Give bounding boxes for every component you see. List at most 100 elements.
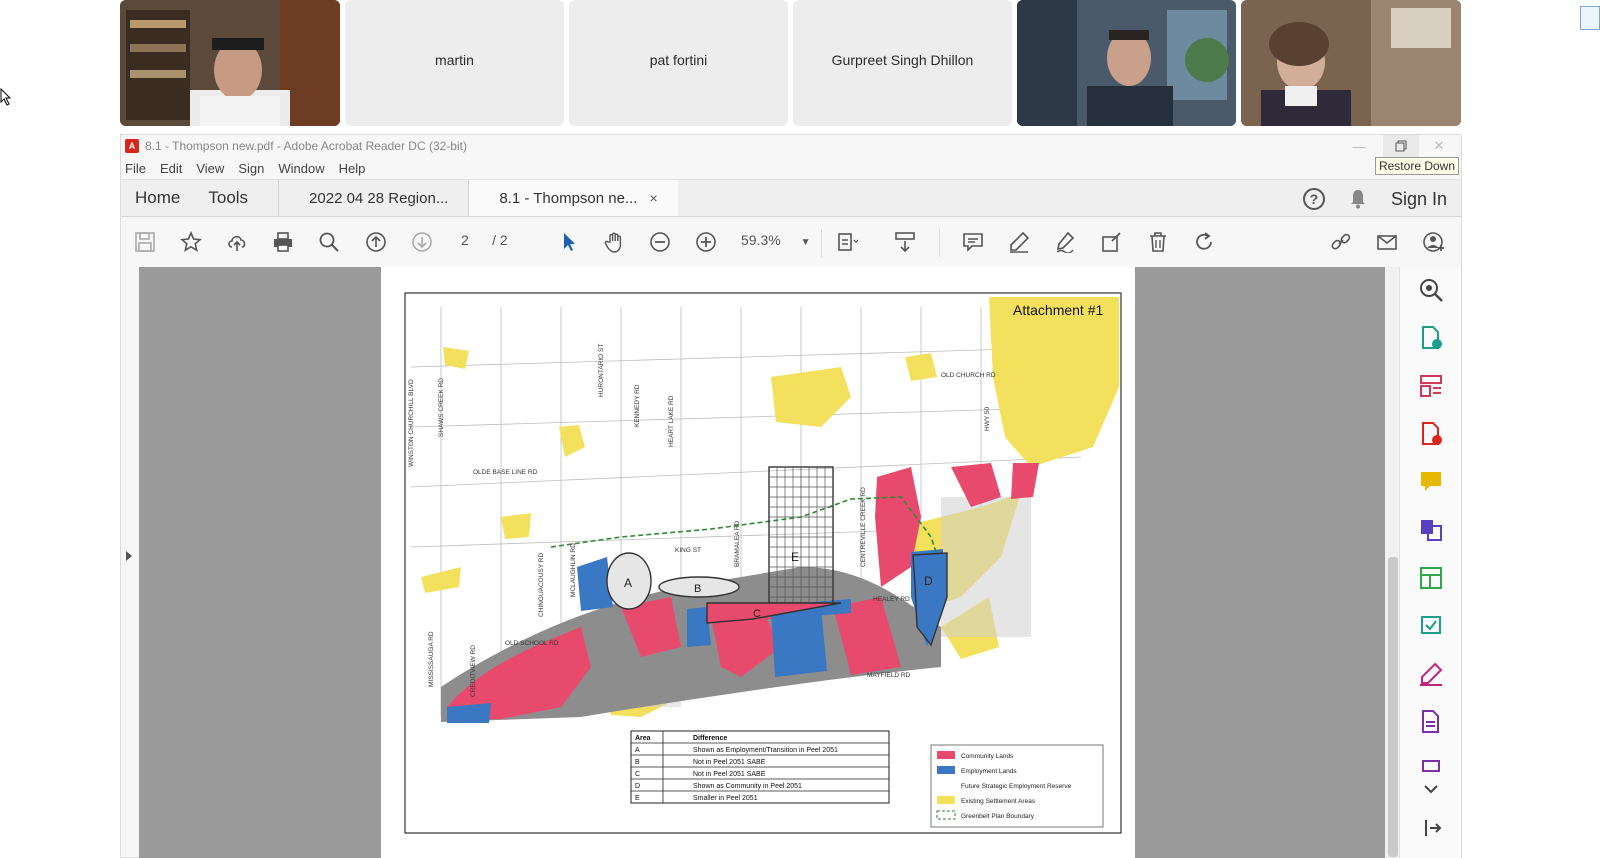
legend-label: Employment Lands: [961, 768, 1017, 775]
hand-icon: [604, 232, 622, 253]
tab-label: 2022 04 28 Region...: [309, 189, 449, 207]
email-button[interactable]: [1375, 230, 1399, 254]
chevron-down-icon[interactable]: [1418, 777, 1444, 803]
more-tools-document-icon[interactable]: [1418, 709, 1444, 735]
fill-sign-button[interactable]: [1099, 230, 1123, 254]
comment-tool-icon[interactable]: [1418, 469, 1444, 495]
find-button[interactable]: [317, 230, 341, 254]
share-user-button[interactable]: [1422, 230, 1446, 254]
road-label: MISSISSAUGA RD: [428, 631, 435, 687]
zoom-select[interactable]: 59.3% ▼: [741, 232, 811, 248]
help-icon[interactable]: ?: [1302, 188, 1325, 210]
link-icon: [1331, 233, 1351, 250]
video-tile-participant-6[interactable]: [1241, 0, 1461, 126]
svg-text:B: B: [694, 583, 701, 595]
scroll-mode-icon: [895, 232, 915, 253]
highlight-button[interactable]: [1007, 230, 1031, 254]
participant-video-5: [1017, 0, 1236, 126]
tab-home[interactable]: Home: [121, 180, 194, 216]
send-for-review-icon[interactable]: [1418, 613, 1444, 639]
page-total: / 2: [492, 232, 508, 248]
bookmark-button[interactable]: [179, 230, 203, 254]
combine-files-icon[interactable]: [1418, 517, 1444, 543]
fill-sign-icon: [1102, 232, 1121, 252]
restore-icon: [1395, 140, 1407, 152]
scrollbar-thumb[interactable]: [1388, 557, 1398, 857]
table-cell: B: [635, 759, 640, 766]
table-cell: E: [635, 795, 640, 802]
fill-and-sign-icon[interactable]: [1418, 661, 1444, 687]
table-header-difference: Difference: [693, 735, 727, 742]
tab-label: 8.1 - Thompson ne...: [499, 189, 638, 207]
window-title: 8.1 - Thompson new.pdf - Adobe Acrobat R…: [145, 139, 467, 153]
next-page-button[interactable]: [410, 230, 434, 254]
create-pdf-icon[interactable]: [1418, 325, 1444, 351]
upload-button[interactable]: [225, 230, 249, 254]
video-tile-participant-5[interactable]: [1017, 0, 1236, 126]
search-zoom-icon[interactable]: [1418, 277, 1444, 303]
draw-button[interactable]: [1053, 230, 1077, 254]
fit-page-icon: [838, 233, 858, 251]
fit-page-button[interactable]: [835, 230, 859, 254]
menu-edit[interactable]: Edit: [160, 161, 182, 176]
legend-swatch: [937, 796, 955, 804]
tab-document-region[interactable]: 2022 04 28 Region...: [278, 180, 468, 216]
left-panel-toggle-icon[interactable]: [125, 550, 133, 562]
page-navigator: 2 / 2: [461, 232, 508, 248]
road-label: CHINGUACOUSY RD: [538, 553, 545, 617]
page-number-input[interactable]: 2: [461, 232, 469, 248]
participant-video-6: [1241, 0, 1461, 126]
menu-file[interactable]: File: [125, 161, 146, 176]
select-tool-button[interactable]: [557, 230, 581, 254]
close-window-button[interactable]: ✕: [1421, 135, 1457, 157]
attachment-title: Attachment #1: [1013, 302, 1103, 318]
mouse-cursor-icon: [0, 88, 12, 106]
minus-circle-icon: [650, 232, 670, 252]
edit-pdf-icon[interactable]: [1418, 565, 1444, 591]
rotate-button[interactable]: [1192, 230, 1216, 254]
rotate-icon: [1196, 232, 1212, 250]
video-tile-participant-1[interactable]: [120, 0, 340, 126]
map-legend: Community Lands Employment Lands Future …: [930, 744, 1104, 828]
export-pdf-icon[interactable]: [1418, 421, 1444, 447]
menu-view[interactable]: View: [196, 161, 224, 176]
cloud-upload-icon: [228, 235, 246, 251]
road-label: CREDITVIEW RD: [470, 645, 477, 697]
table-cell: Not in Peel 2051 SABE: [693, 759, 766, 766]
table-cell: C: [635, 771, 640, 778]
previous-page-button[interactable]: [364, 230, 388, 254]
zoom-out-button[interactable]: [648, 230, 672, 254]
document-viewer[interactable]: E A B C D Attachment #1 OLDE BASE LINE R…: [139, 267, 1385, 858]
hand-tool-button[interactable]: [603, 230, 627, 254]
organize-pages-icon[interactable]: [1418, 373, 1444, 399]
video-tile-pat-fortini[interactable]: pat fortini: [569, 0, 788, 126]
legend-swatch: [937, 751, 955, 759]
menu-help[interactable]: Help: [339, 161, 366, 176]
menu-window[interactable]: Window: [278, 161, 324, 176]
chevron-down-icon: ▼: [800, 237, 811, 248]
save-button[interactable]: [133, 230, 157, 254]
video-tile-martin[interactable]: martin: [345, 0, 564, 126]
share-link-button[interactable]: [1329, 230, 1353, 254]
zoom-in-button[interactable]: [694, 230, 718, 254]
printer-icon: [274, 232, 292, 252]
screen-share-icon[interactable]: [1580, 6, 1600, 30]
comment-icon: [963, 233, 983, 252]
tab-tools[interactable]: Tools: [194, 180, 278, 216]
legend-label: Community Lands: [961, 753, 1014, 760]
notification-bell-icon[interactable]: [1349, 189, 1367, 209]
sign-in-button[interactable]: Sign In: [1391, 189, 1447, 210]
collapse-pane-icon[interactable]: [1418, 815, 1444, 841]
restore-down-button[interactable]: [1383, 135, 1419, 157]
video-tile-gurpreet[interactable]: Gurpreet Singh Dhillon: [793, 0, 1012, 126]
comment-button[interactable]: [961, 230, 985, 254]
menu-sign[interactable]: Sign: [238, 161, 264, 176]
legend-label: Existing Settlement Areas: [961, 798, 1036, 805]
scroll-mode-button[interactable]: [893, 230, 917, 254]
pointer-arrow-icon: [564, 233, 575, 251]
tab-document-thompson[interactable]: 8.1 - Thompson ne... ×: [468, 180, 678, 216]
close-tab-icon[interactable]: ×: [649, 190, 657, 206]
minimize-button[interactable]: —: [1341, 135, 1377, 157]
delete-button[interactable]: [1146, 230, 1170, 254]
print-button[interactable]: [271, 230, 295, 254]
